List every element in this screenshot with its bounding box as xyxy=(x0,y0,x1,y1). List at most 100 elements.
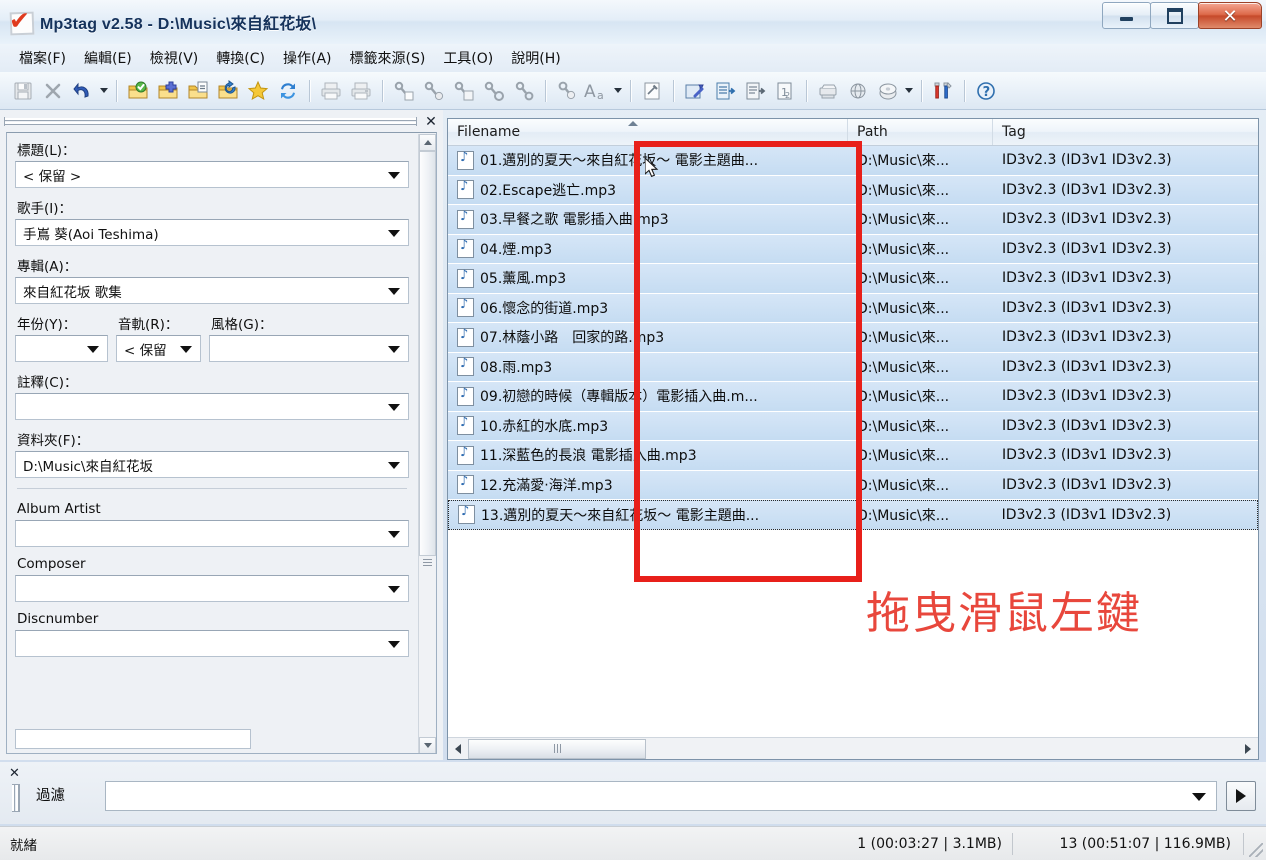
reload-directory-icon[interactable] xyxy=(215,78,241,104)
menu-item-tag-sources[interactable]: 標籤來源(S) xyxy=(341,45,435,71)
freedb-icon[interactable] xyxy=(682,78,708,104)
chevron-down-icon[interactable] xyxy=(388,287,400,295)
minimize-button[interactable] xyxy=(1102,2,1151,29)
menu-item-view[interactable]: 檢視(V) xyxy=(141,45,208,71)
table-row[interactable]: 08.雨.mp3 D:\Music\來... ID3v2.3 (ID3v1 ID… xyxy=(448,352,1258,382)
cell-path: D:\Music\來... xyxy=(848,298,993,318)
save-icon[interactable] xyxy=(10,78,36,104)
globe-icon[interactable] xyxy=(845,78,871,104)
comment-field[interactable] xyxy=(15,393,409,420)
table-row[interactable]: 02.Escape逃亡.mp3 D:\Music\來... ID3v2.3 (I… xyxy=(448,175,1258,205)
next-field-input[interactable] xyxy=(15,729,251,749)
track-field[interactable]: < 保留 xyxy=(116,335,201,362)
title-field[interactable]: < 保留 > xyxy=(15,161,409,188)
musicbrainz-icon[interactable]: 1 2 xyxy=(772,78,798,104)
scrollbar-thumb[interactable] xyxy=(468,738,646,759)
scroll-left-icon[interactable] xyxy=(448,739,468,759)
table-row[interactable]: 10.赤紅的水底.mp3 D:\Music\來... ID3v2.3 (ID3v… xyxy=(448,411,1258,441)
change-directory-icon[interactable] xyxy=(125,78,151,104)
table-row[interactable]: 12.充滿愛‧海洋.mp3 D:\Music\來... ID3v2.3 (ID3… xyxy=(448,470,1258,500)
tag-panel-grip[interactable] xyxy=(4,116,417,126)
playlist-icon[interactable] xyxy=(815,78,841,104)
tag-panel-close-icon[interactable]: ✕ xyxy=(423,113,439,129)
album-field[interactable]: 來自紅花坂 歌集 xyxy=(15,277,409,304)
close-button[interactable]: ✕ xyxy=(1198,2,1262,29)
column-header-filename[interactable]: Filename xyxy=(448,119,848,145)
filename-to-tag-icon[interactable] xyxy=(421,78,447,104)
chevron-down-icon[interactable] xyxy=(388,640,400,648)
chevron-down-icon[interactable] xyxy=(388,461,400,469)
column-header-path[interactable]: Path xyxy=(848,119,993,145)
menu-item-file[interactable]: 檔案(F) xyxy=(10,45,75,71)
table-row[interactable]: 06.懷念的街道.mp3 D:\Music\來... ID3v2.3 (ID3v… xyxy=(448,293,1258,323)
filter-input[interactable] xyxy=(105,781,1217,811)
actions-quick-icon[interactable]: A a xyxy=(584,78,610,104)
player-dropdown-icon[interactable] xyxy=(903,78,915,104)
album-artist-field[interactable] xyxy=(15,520,409,547)
chevron-down-icon[interactable] xyxy=(388,171,400,179)
tag-to-filename-icon[interactable] xyxy=(391,78,417,104)
chevron-down-icon[interactable] xyxy=(388,229,400,237)
scroll-up-icon[interactable] xyxy=(419,134,436,151)
scrollbar-track[interactable] xyxy=(468,738,1238,759)
filter-close-icon[interactable]: ✕ xyxy=(9,766,20,779)
composer-field[interactable] xyxy=(15,575,409,602)
table-row[interactable]: 11.深藍色的長浪 電影插入曲.mp3 D:\Music\來... ID3v2.… xyxy=(448,441,1258,471)
filter-grip[interactable] xyxy=(12,784,20,812)
tag-sources-icon[interactable] xyxy=(712,78,738,104)
tag-to-tag-icon[interactable] xyxy=(481,78,507,104)
actions-icon[interactable] xyxy=(554,78,580,104)
menu-item-edit[interactable]: 編輯(E) xyxy=(75,45,141,71)
year-field[interactable] xyxy=(15,335,108,362)
undo-dropdown-icon[interactable] xyxy=(98,78,110,104)
print-icon[interactable] xyxy=(348,78,374,104)
chevron-down-icon[interactable] xyxy=(388,530,400,538)
tag-panel-scrollbar[interactable] xyxy=(418,134,436,753)
refresh-icon[interactable] xyxy=(275,78,301,104)
table-row[interactable]: 04.煙.mp3 D:\Music\來... ID3v2.3 (ID3v1 ID… xyxy=(448,234,1258,264)
remove-icon[interactable] xyxy=(40,78,66,104)
chevron-down-icon[interactable] xyxy=(87,345,99,353)
menu-item-tools[interactable]: 工具(O) xyxy=(434,45,502,71)
table-row[interactable]: 09.初戀的時候（專輯版本）電影插入曲.m... D:\Music\來... I… xyxy=(448,382,1258,412)
options-icon[interactable] xyxy=(930,78,956,104)
undo-icon[interactable] xyxy=(70,78,96,104)
text-file-to-tag-icon[interactable] xyxy=(511,78,537,104)
chevron-down-icon[interactable] xyxy=(388,403,400,411)
filename-to-filename-icon[interactable] xyxy=(451,78,477,104)
add-files-icon[interactable] xyxy=(185,78,211,104)
chevron-down-icon[interactable] xyxy=(388,345,400,353)
table-row[interactable]: 07.林蔭小路 回家的路.mp3 D:\Music\來... ID3v2.3 (… xyxy=(448,323,1258,353)
table-row[interactable]: 01.邁別的夏天～來自紅花坂～ 電影主題曲... D:\Music\來... I… xyxy=(448,146,1258,176)
menu-item-actions[interactable]: 操作(A) xyxy=(274,45,341,71)
menu-item-help[interactable]: 說明(H) xyxy=(502,45,569,71)
discogs-icon[interactable] xyxy=(742,78,768,104)
scroll-right-icon[interactable] xyxy=(1238,739,1258,759)
menu-item-convert[interactable]: 轉換(C) xyxy=(207,45,274,71)
actions-dropdown-icon[interactable] xyxy=(612,78,624,104)
column-header-tag[interactable]: Tag xyxy=(993,119,1258,145)
scrollbar-thumb[interactable] xyxy=(419,151,436,556)
chevron-down-icon[interactable] xyxy=(388,585,400,593)
filter-apply-button[interactable] xyxy=(1226,781,1256,811)
directory-field[interactable]: D:\Music\來自紅花坂 xyxy=(15,451,409,478)
discnumber-field[interactable] xyxy=(15,630,409,657)
artist-field[interactable]: 手嶌 葵(Aoi Teshima) xyxy=(15,219,409,246)
player-icon[interactable] xyxy=(875,78,901,104)
add-directory-icon[interactable] xyxy=(155,78,181,104)
file-list-horizontal-scrollbar[interactable] xyxy=(448,737,1258,759)
resize-grip-icon[interactable] xyxy=(1249,843,1263,857)
table-row[interactable]: 13.邁別的夏天～來自紅花坂～ 電影主題曲... D:\Music\來... I… xyxy=(448,500,1258,530)
chevron-down-icon[interactable] xyxy=(180,345,192,353)
chevron-down-icon[interactable] xyxy=(1192,793,1206,801)
table-row[interactable]: 03.早餐之歌 電影插入曲.mp3 D:\Music\來... ID3v2.3 … xyxy=(448,205,1258,235)
mp3gain-icon[interactable] xyxy=(639,78,665,104)
table-row[interactable]: 05.薰風.mp3 D:\Music\來... ID3v2.3 (ID3v1 I… xyxy=(448,264,1258,294)
panel-divider xyxy=(17,488,407,489)
maximize-button[interactable] xyxy=(1150,2,1199,29)
favorites-icon[interactable] xyxy=(245,78,271,104)
print-cover-icon[interactable] xyxy=(318,78,344,104)
help-icon[interactable]: ? xyxy=(973,78,999,104)
scroll-down-icon[interactable] xyxy=(419,737,436,753)
genre-field[interactable] xyxy=(209,335,409,362)
